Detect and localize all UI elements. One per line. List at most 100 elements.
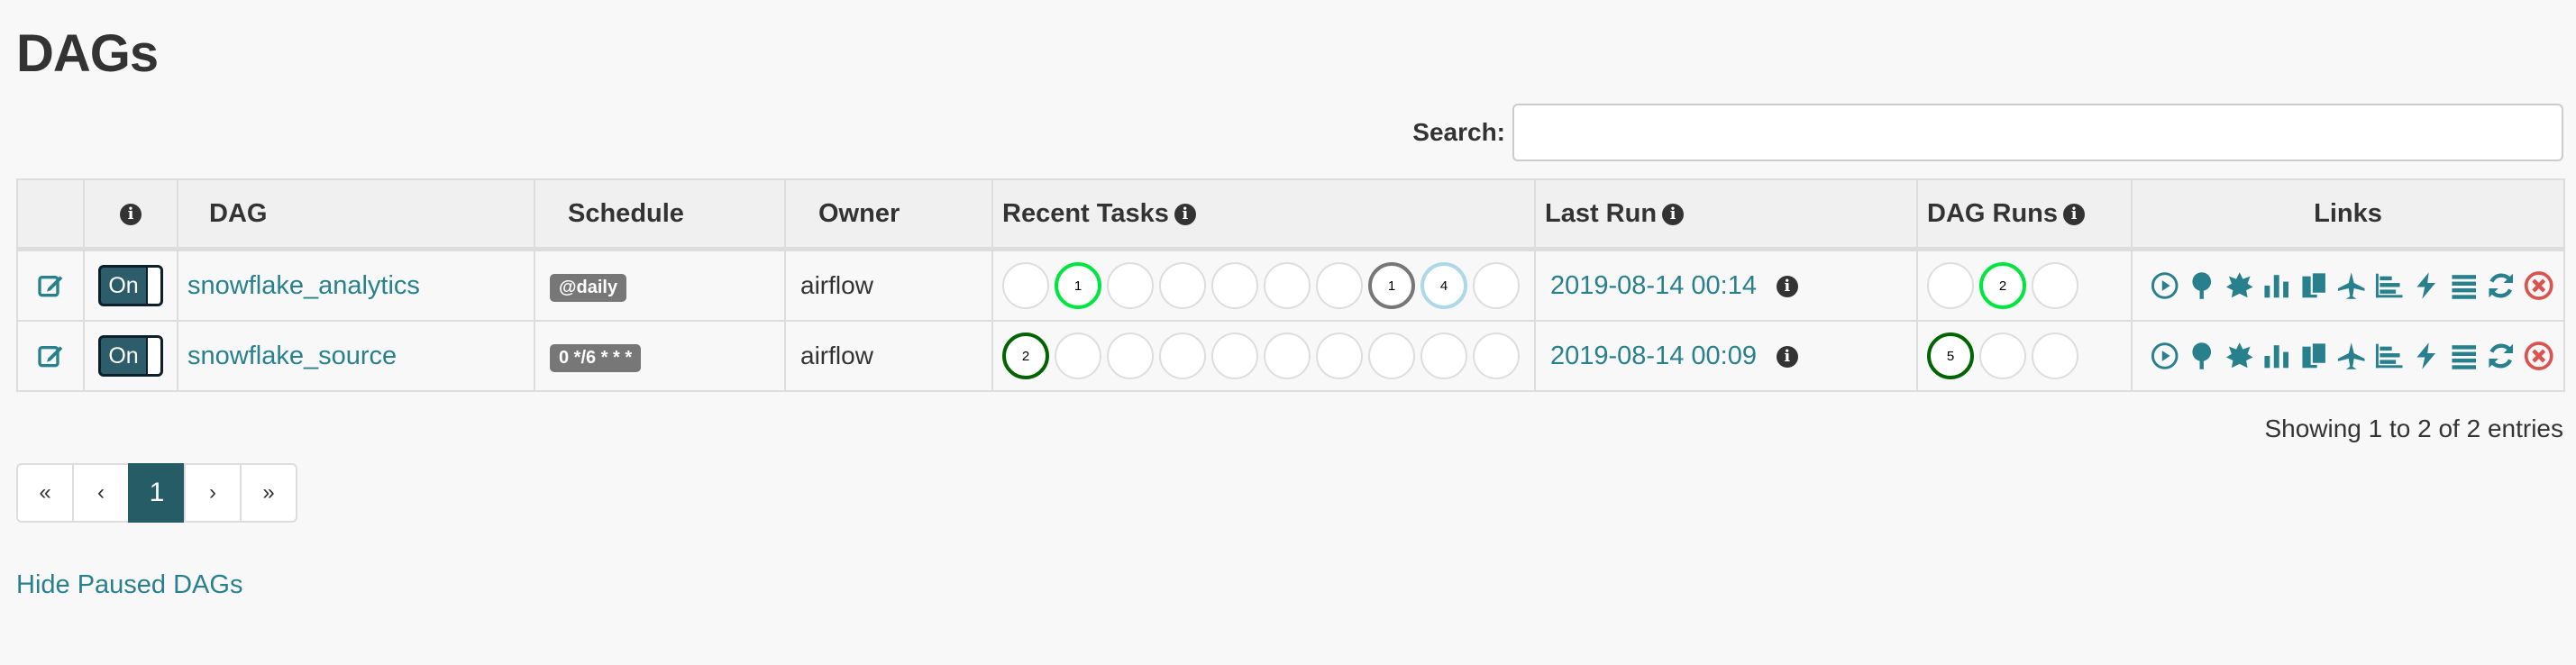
info-icon[interactable]: i (2063, 203, 2085, 225)
task-state-circle[interactable] (1211, 262, 1258, 309)
header-info: i (83, 178, 178, 251)
info-icon[interactable]: i (1662, 203, 1685, 225)
toggle-knob (146, 268, 160, 304)
header-links: Links (2131, 178, 2565, 251)
page-next-button[interactable]: › (184, 463, 242, 523)
header-edit (16, 178, 85, 251)
table-row: On snowflake_source 0 */6 * * * airflow … (16, 320, 2565, 392)
trigger-dag-icon[interactable] (2149, 269, 2180, 302)
header-dag-runs: DAG Runs i (1916, 178, 2133, 251)
schedule-badge: 0 */6 * * * (550, 343, 642, 372)
delete-icon[interactable] (2523, 340, 2554, 372)
page-current-button[interactable]: 1 (128, 463, 186, 523)
dag-link[interactable]: snowflake_source (187, 342, 397, 370)
dag-runs: 5 (1927, 332, 2122, 379)
task-tries-icon[interactable] (2298, 340, 2330, 372)
page-title: DAGs (16, 24, 159, 83)
task-state-circle[interactable] (1107, 332, 1154, 379)
pagination: « ‹ 1 › » (16, 463, 297, 523)
toggle-cell: On (83, 320, 178, 392)
task-state-circle[interactable] (1420, 332, 1467, 379)
task-state-circle[interactable] (1264, 262, 1311, 309)
gantt-icon[interactable] (2373, 269, 2405, 302)
toggle-label: On (108, 272, 139, 298)
task-tries-icon[interactable] (2298, 269, 2330, 302)
dag-run-circle[interactable] (1979, 332, 2026, 379)
tree-view-icon[interactable] (2186, 340, 2217, 372)
code-icon[interactable] (2410, 340, 2442, 372)
task-state-circle[interactable]: 2 (1002, 332, 1049, 379)
dag-paused-toggle[interactable]: On (98, 335, 163, 377)
dag-run-circle[interactable] (2032, 332, 2078, 379)
dag-runs: 2 (1927, 262, 2122, 309)
edit-icon[interactable] (36, 342, 65, 370)
edit-icon[interactable] (36, 271, 65, 300)
table-row: On snowflake_analytics @daily airflow 1 1… (16, 248, 2565, 322)
owner-cell: airflow (784, 248, 993, 322)
last-run-link[interactable]: 2019-08-14 00:09 (1550, 342, 1757, 370)
owner-cell: airflow (784, 320, 993, 392)
toggle-knob (146, 338, 160, 374)
header-last-run: Last Run i (1534, 178, 1918, 251)
task-state-circle[interactable] (1055, 332, 1101, 379)
last-run-link[interactable]: 2019-08-14 00:14 (1550, 271, 1757, 300)
recent-tasks: 2 (1002, 332, 1525, 379)
task-state-circle[interactable] (1211, 332, 1258, 379)
refresh-icon[interactable] (2485, 269, 2517, 302)
info-icon[interactable]: i (1776, 276, 1798, 298)
search-bar: Search: (1412, 104, 2563, 161)
task-state-circle[interactable] (1264, 332, 1311, 379)
task-state-circle[interactable]: 1 (1055, 262, 1101, 309)
dag-link[interactable]: snowflake_analytics (187, 271, 420, 300)
header-schedule[interactable]: Schedule (534, 178, 786, 251)
table-info: Showing 1 to 2 of 2 entries (2264, 414, 2563, 442)
graph-view-icon[interactable] (2224, 340, 2255, 372)
dag-run-circle[interactable] (1927, 262, 1974, 309)
task-state-circle[interactable] (1316, 332, 1363, 379)
search-label: Search: (1412, 118, 1505, 146)
delete-icon[interactable] (2523, 269, 2554, 302)
tree-view-icon[interactable] (2186, 269, 2217, 302)
task-state-circle[interactable] (1159, 262, 1206, 309)
links-cell (2149, 340, 2554, 372)
hide-paused-dags-link[interactable]: Hide Paused DAGs (16, 570, 242, 600)
toggle-label: On (108, 342, 139, 369)
info-icon[interactable]: i (1174, 203, 1196, 225)
page-first-button[interactable]: « (16, 463, 74, 523)
task-state-circle[interactable] (1107, 262, 1154, 309)
search-input[interactable] (1512, 104, 2563, 161)
task-state-circle[interactable] (1368, 332, 1415, 379)
task-state-circle[interactable] (1473, 262, 1520, 309)
edit-cell (16, 320, 85, 392)
task-state-circle[interactable]: 4 (1420, 262, 1467, 309)
refresh-icon[interactable] (2485, 340, 2517, 372)
header-owner[interactable]: Owner (784, 178, 993, 251)
toggle-cell: On (83, 248, 178, 322)
landing-times-icon[interactable] (2335, 340, 2367, 372)
task-state-circle[interactable] (1002, 262, 1049, 309)
edit-cell (16, 248, 85, 322)
task-state-circle[interactable] (1159, 332, 1206, 379)
dag-run-circle[interactable]: 5 (1927, 332, 1974, 379)
header-dag[interactable]: DAG (177, 178, 535, 251)
info-icon[interactable]: i (1776, 346, 1798, 369)
dags-table: i DAG Schedule Owner Recent Tasks i Last … (16, 178, 2565, 392)
dag-run-circle[interactable]: 2 (1979, 262, 2026, 309)
task-state-circle[interactable]: 1 (1368, 262, 1415, 309)
duration-icon[interactable] (2261, 269, 2292, 302)
code-icon[interactable] (2410, 269, 2442, 302)
header-recent-tasks: Recent Tasks i (991, 178, 1536, 251)
duration-icon[interactable] (2261, 340, 2292, 372)
page-prev-button[interactable]: ‹ (72, 463, 130, 523)
dag-run-circle[interactable] (2032, 262, 2078, 309)
trigger-dag-icon[interactable] (2149, 340, 2180, 372)
page-last-button[interactable]: » (240, 463, 297, 523)
logs-icon[interactable] (2448, 269, 2480, 302)
gantt-icon[interactable] (2373, 340, 2405, 372)
task-state-circle[interactable] (1473, 332, 1520, 379)
task-state-circle[interactable] (1316, 262, 1363, 309)
landing-times-icon[interactable] (2335, 269, 2367, 302)
logs-icon[interactable] (2448, 340, 2480, 372)
dag-paused-toggle[interactable]: On (98, 265, 163, 306)
graph-view-icon[interactable] (2224, 269, 2255, 302)
